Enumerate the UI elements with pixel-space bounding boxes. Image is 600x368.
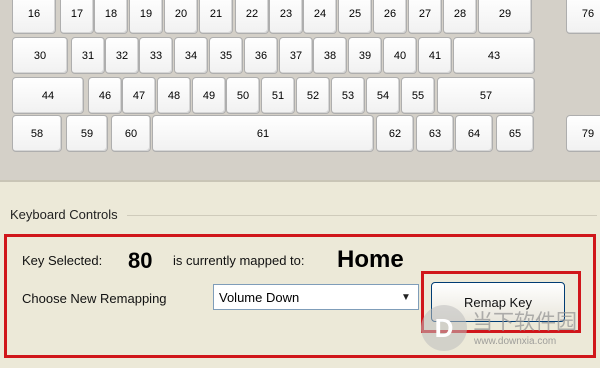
key-22[interactable]: 22: [235, 0, 269, 34]
key-40[interactable]: 40: [383, 37, 417, 74]
key-35[interactable]: 35: [209, 37, 243, 74]
key-24[interactable]: 24: [303, 0, 337, 34]
key-51[interactable]: 51: [261, 77, 295, 114]
key-59[interactable]: 59: [66, 115, 108, 152]
key-34[interactable]: 34: [174, 37, 208, 74]
remapping-select-value: Volume Down: [219, 289, 300, 305]
choose-remapping-label: Choose New Remapping: [22, 291, 167, 306]
key-31[interactable]: 31: [71, 37, 105, 74]
key-36[interactable]: 36: [244, 37, 278, 74]
key-55[interactable]: 55: [401, 77, 435, 114]
section-divider: [127, 215, 597, 216]
key-50[interactable]: 50: [226, 77, 260, 114]
mapped-to-label: is currently mapped to:: [173, 253, 305, 268]
key-28[interactable]: 28: [443, 0, 477, 34]
key-43[interactable]: 43: [453, 37, 535, 74]
remapping-select[interactable]: Volume Down ▼: [213, 284, 419, 310]
key-16[interactable]: 16: [12, 0, 56, 34]
watermark-logo-icon: D: [421, 305, 467, 351]
key-19[interactable]: 19: [129, 0, 163, 34]
watermark-url: www.downxia.com: [474, 336, 557, 347]
key-64[interactable]: 64: [455, 115, 493, 152]
key-27[interactable]: 27: [408, 0, 442, 34]
keyboard-divider: [0, 180, 600, 182]
key-65[interactable]: 65: [496, 115, 534, 152]
key-46[interactable]: 46: [88, 77, 122, 114]
key-47[interactable]: 47: [122, 77, 156, 114]
key-60[interactable]: 60: [111, 115, 151, 152]
key-selected-label: Key Selected:: [22, 253, 103, 268]
key-58[interactable]: 58: [12, 115, 62, 152]
key-33[interactable]: 33: [139, 37, 173, 74]
key-23[interactable]: 23: [269, 0, 303, 34]
key-selected-value: 80: [128, 248, 153, 273]
key-37[interactable]: 37: [279, 37, 313, 74]
key-39[interactable]: 39: [348, 37, 382, 74]
key-79[interactable]: 79: [566, 115, 600, 152]
key-20[interactable]: 20: [164, 0, 198, 34]
key-25[interactable]: 25: [338, 0, 372, 34]
key-53[interactable]: 53: [331, 77, 365, 114]
key-62[interactable]: 62: [376, 115, 414, 152]
chevron-down-icon[interactable]: ▼: [396, 287, 416, 307]
key-30[interactable]: 30: [12, 37, 68, 74]
key-29[interactable]: 29: [478, 0, 532, 34]
key-44[interactable]: 44: [12, 77, 84, 114]
key-41[interactable]: 41: [418, 37, 452, 74]
key-61[interactable]: 61: [152, 115, 374, 152]
key-48[interactable]: 48: [157, 77, 191, 114]
keyboard-layout: 16 17 18 19 20 21 22 23 24 25 26 27 28 29 76 30 31 32 33 34…: [0, 0, 600, 180]
key-18[interactable]: 18: [94, 0, 128, 34]
key-52[interactable]: 52: [296, 77, 330, 114]
key-26[interactable]: 26: [373, 0, 407, 34]
key-76[interactable]: 76: [566, 0, 600, 34]
key-49[interactable]: 49: [192, 77, 226, 114]
watermark-text: 当下软件园: [472, 310, 577, 334]
key-57[interactable]: 57: [437, 77, 535, 114]
key-38[interactable]: 38: [313, 37, 347, 74]
key-21[interactable]: 21: [199, 0, 233, 34]
key-54[interactable]: 54: [366, 77, 400, 114]
mapped-to-value: Home: [337, 246, 404, 273]
key-63[interactable]: 63: [416, 115, 454, 152]
keyboard-controls-title: Keyboard Controls: [10, 207, 118, 222]
key-17[interactable]: 17: [60, 0, 94, 34]
key-32[interactable]: 32: [105, 37, 139, 74]
